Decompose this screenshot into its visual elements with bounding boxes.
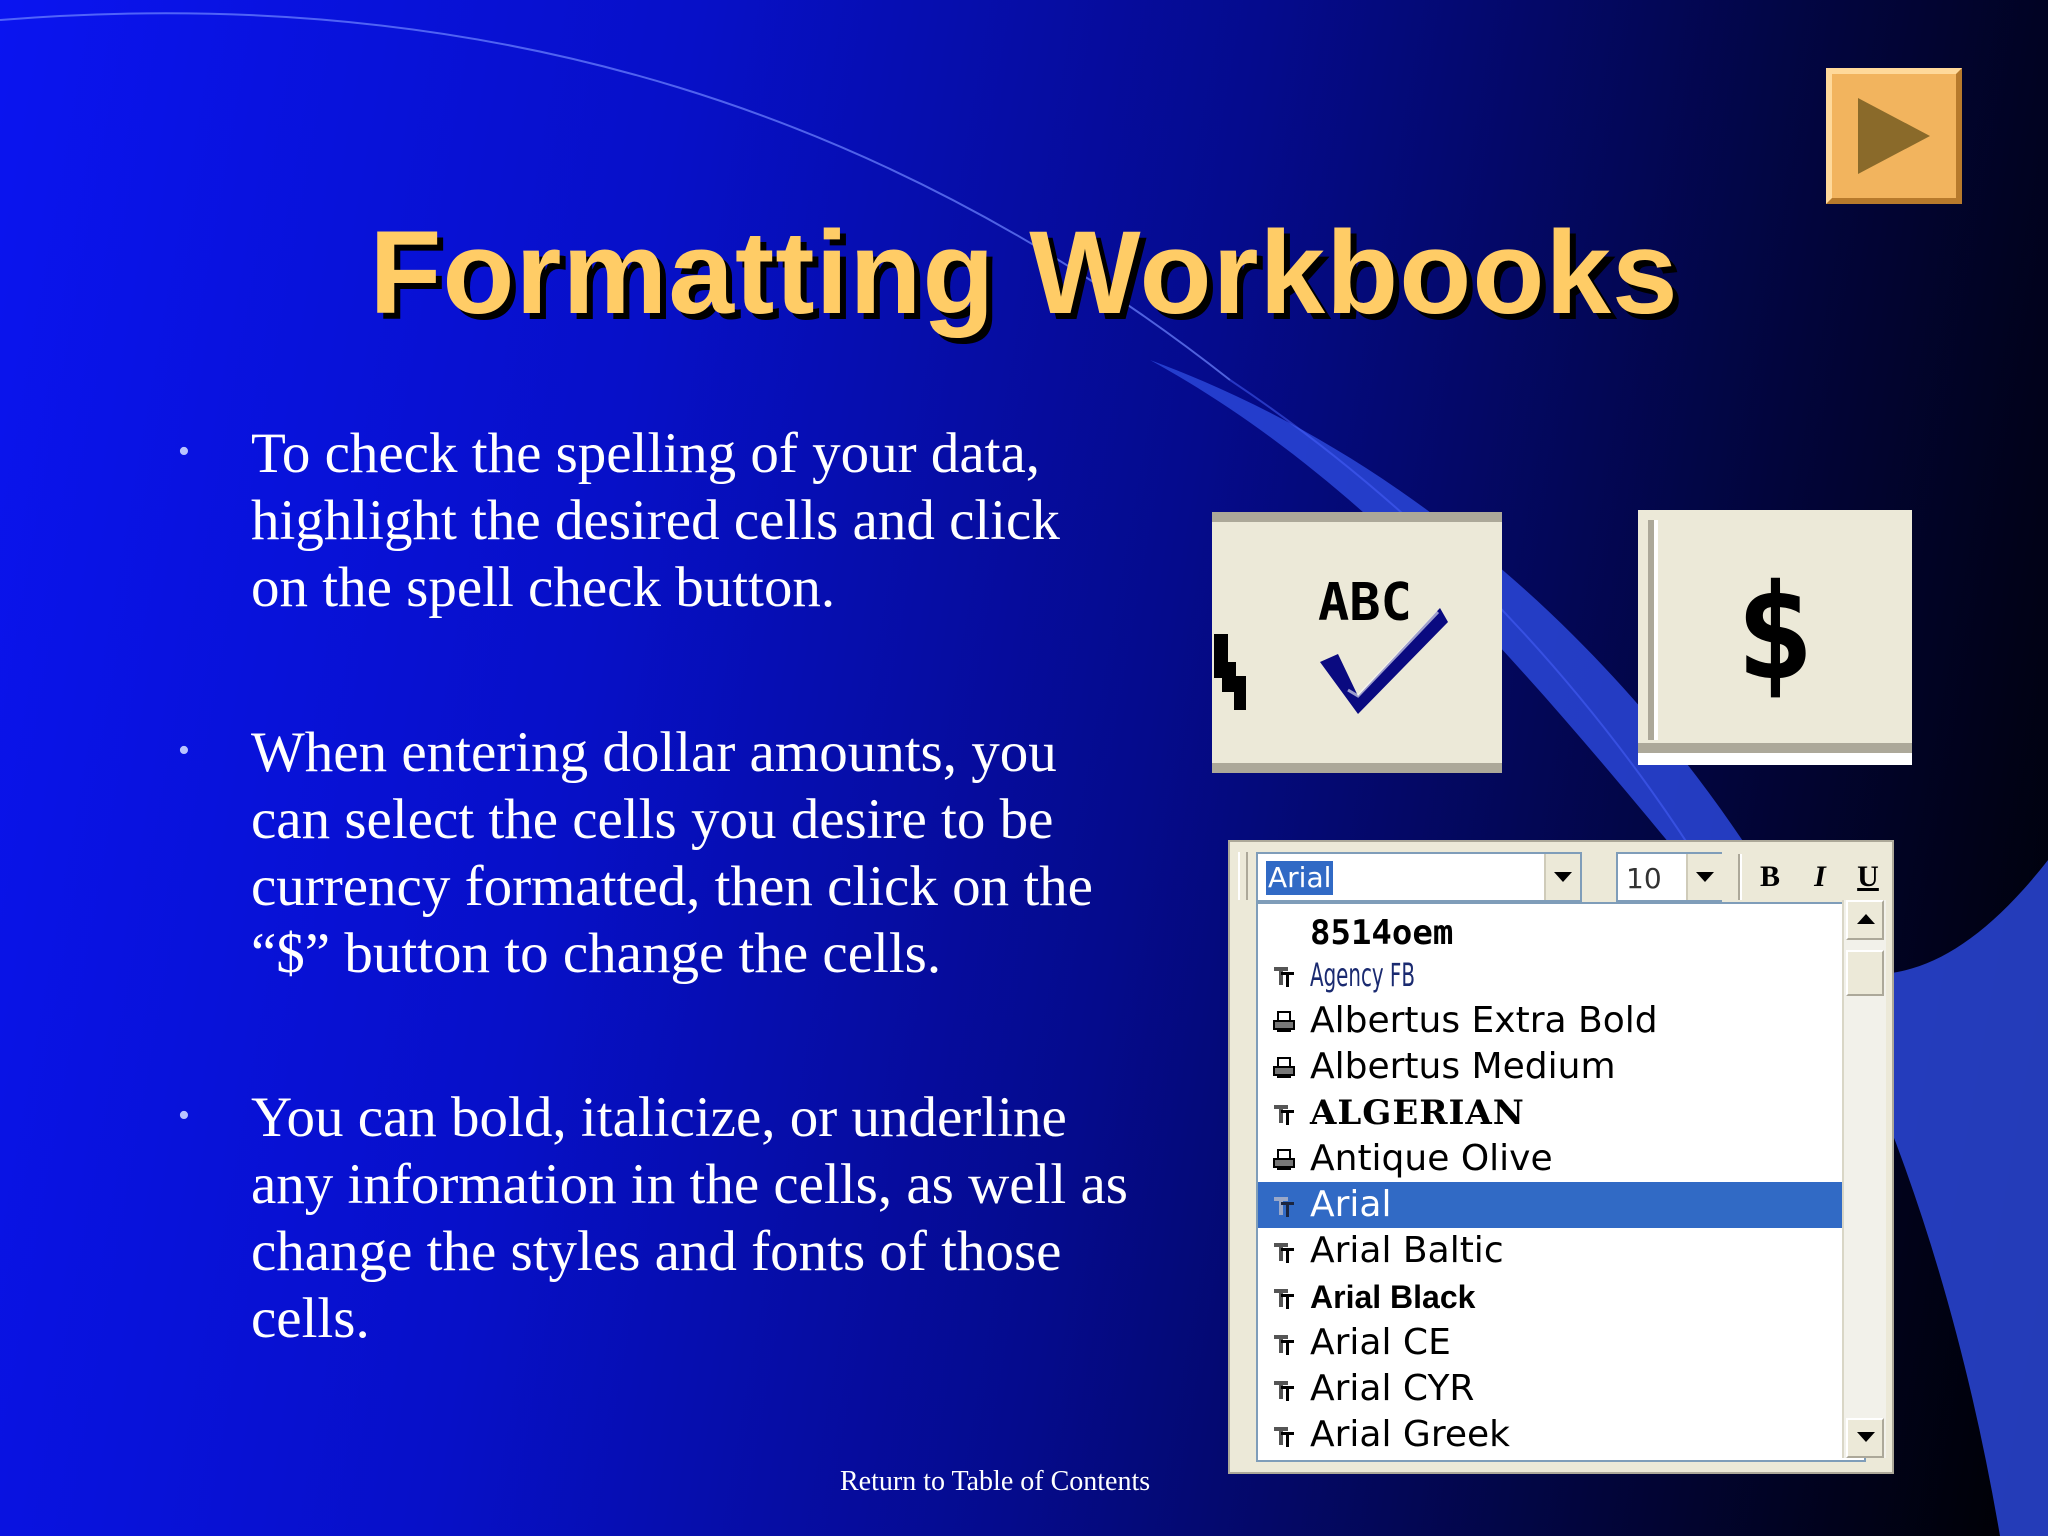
chevron-up-icon bbox=[1857, 914, 1875, 924]
bullet-dot: • bbox=[178, 1097, 190, 1134]
toolbar-separator bbox=[1738, 854, 1742, 900]
chevron-down-icon bbox=[1554, 872, 1572, 882]
font-option-arial-ce[interactable]: Arial CE bbox=[1258, 1320, 1864, 1366]
bullet-currency: • When entering dollar amounts, you can … bbox=[170, 719, 1130, 987]
return-to-toc-link[interactable]: Return to Table of Contents bbox=[840, 1466, 1150, 1498]
spell-check-icon: ABC bbox=[1214, 573, 1448, 714]
truetype-icon bbox=[1274, 967, 1294, 987]
toolbar-grip[interactable] bbox=[1238, 852, 1248, 900]
truetype-icon bbox=[1274, 1243, 1294, 1263]
bold-button[interactable]: B bbox=[1750, 856, 1790, 898]
font-option-label: Arial bbox=[1310, 1184, 1392, 1225]
font-option-label: Arial CYR bbox=[1310, 1368, 1475, 1409]
font-option-algerian[interactable]: ALGERIAN bbox=[1258, 1090, 1864, 1136]
spell-check-button[interactable]: ABC bbox=[1212, 512, 1502, 773]
font-option-label: Arial Baltic bbox=[1310, 1230, 1504, 1271]
font-option-arial-black[interactable]: Arial Black bbox=[1258, 1274, 1864, 1320]
italic-button[interactable]: I bbox=[1800, 856, 1840, 898]
font-option-label: Arial CE bbox=[1310, 1322, 1451, 1363]
truetype-icon bbox=[1274, 1335, 1294, 1355]
font-name-dropdown-button[interactable] bbox=[1544, 854, 1580, 900]
bullet-list: • To check the spelling of your data, hi… bbox=[170, 420, 1130, 1352]
bullet-spell-check: • To check the spelling of your data, hi… bbox=[170, 420, 1130, 621]
currency-style-button[interactable]: $ bbox=[1638, 510, 1912, 765]
printer-font-icon bbox=[1273, 1149, 1295, 1170]
font-option-antique-olive[interactable]: Antique Olive bbox=[1258, 1136, 1864, 1182]
font-option-label: ALGERIAN bbox=[1310, 1093, 1525, 1133]
font-size-combobox[interactable]: 10 bbox=[1616, 852, 1722, 902]
font-option-label: Antique Olive bbox=[1310, 1138, 1553, 1179]
truetype-icon bbox=[1274, 1381, 1294, 1401]
font-option-arial[interactable]: Arial bbox=[1258, 1182, 1864, 1228]
truetype-icon bbox=[1274, 1197, 1294, 1217]
font-option-label: Arial Black bbox=[1310, 1279, 1476, 1315]
chevron-down-icon bbox=[1696, 872, 1714, 882]
next-slide-button[interactable] bbox=[1826, 68, 1962, 204]
font-option-8514oem[interactable]: 8514oem bbox=[1258, 904, 1864, 953]
font-option-arial-baltic[interactable]: Arial Baltic bbox=[1258, 1228, 1864, 1274]
font-toolbar-panel: Arial 10 B I U 8514oem Agency FB Albertu… bbox=[1228, 840, 1894, 1474]
chevron-down-icon bbox=[1857, 1432, 1875, 1442]
font-list-scrollbar[interactable] bbox=[1842, 900, 1886, 1458]
bullet-text: To check the spelling of your data, high… bbox=[251, 422, 1060, 619]
font-option-arial-cyr[interactable]: Arial CYR bbox=[1258, 1366, 1864, 1412]
bullet-dot: • bbox=[178, 433, 190, 470]
scroll-thumb[interactable] bbox=[1846, 950, 1884, 996]
bullet-dot: • bbox=[178, 732, 190, 769]
font-size-dropdown-button[interactable] bbox=[1686, 854, 1722, 900]
underline-button[interactable]: U bbox=[1848, 856, 1888, 898]
font-option-arial-greek[interactable]: Arial Greek bbox=[1258, 1412, 1864, 1458]
bullet-formatting: • You can bold, italicize, or underline … bbox=[170, 1084, 1130, 1352]
font-option-agency-fb[interactable]: Agency FB bbox=[1258, 952, 1864, 998]
font-option-albertus-medium[interactable]: Albertus Medium bbox=[1258, 1044, 1864, 1090]
scroll-down-button[interactable] bbox=[1846, 1418, 1884, 1458]
font-size-value: 10 bbox=[1626, 862, 1662, 895]
font-option-label: Albertus Medium bbox=[1310, 1046, 1616, 1087]
font-option-label: Arial Greek bbox=[1310, 1414, 1510, 1455]
dollar-sign-icon: $ bbox=[1735, 556, 1815, 710]
printer-font-icon bbox=[1273, 1057, 1295, 1078]
button-edge bbox=[1638, 753, 1912, 765]
font-option-albertus-extra-bold[interactable]: Albertus Extra Bold bbox=[1258, 998, 1864, 1044]
font-dropdown-list: 8514oem Agency FB Albertus Extra Bold Al… bbox=[1256, 902, 1866, 1462]
bullet-text: You can bold, italicize, or underline an… bbox=[251, 1086, 1128, 1350]
font-option-label: Agency FB bbox=[1310, 956, 1415, 994]
font-name-combobox[interactable]: Arial bbox=[1256, 852, 1582, 902]
scroll-up-button[interactable] bbox=[1846, 900, 1884, 940]
spell-check-label: ABC bbox=[1318, 573, 1412, 633]
truetype-icon bbox=[1274, 1289, 1294, 1309]
play-arrow-icon bbox=[1858, 98, 1930, 174]
button-edge bbox=[1638, 743, 1912, 753]
font-name-value: Arial bbox=[1266, 861, 1334, 895]
font-option-label: Albertus Extra Bold bbox=[1310, 1000, 1658, 1041]
bullet-text: When entering dollar amounts, you can se… bbox=[251, 721, 1093, 985]
truetype-icon bbox=[1274, 1427, 1294, 1447]
slide-title: Formatting Workbooks bbox=[369, 207, 1679, 339]
truetype-icon bbox=[1274, 1105, 1294, 1125]
printer-font-icon bbox=[1273, 1011, 1295, 1032]
